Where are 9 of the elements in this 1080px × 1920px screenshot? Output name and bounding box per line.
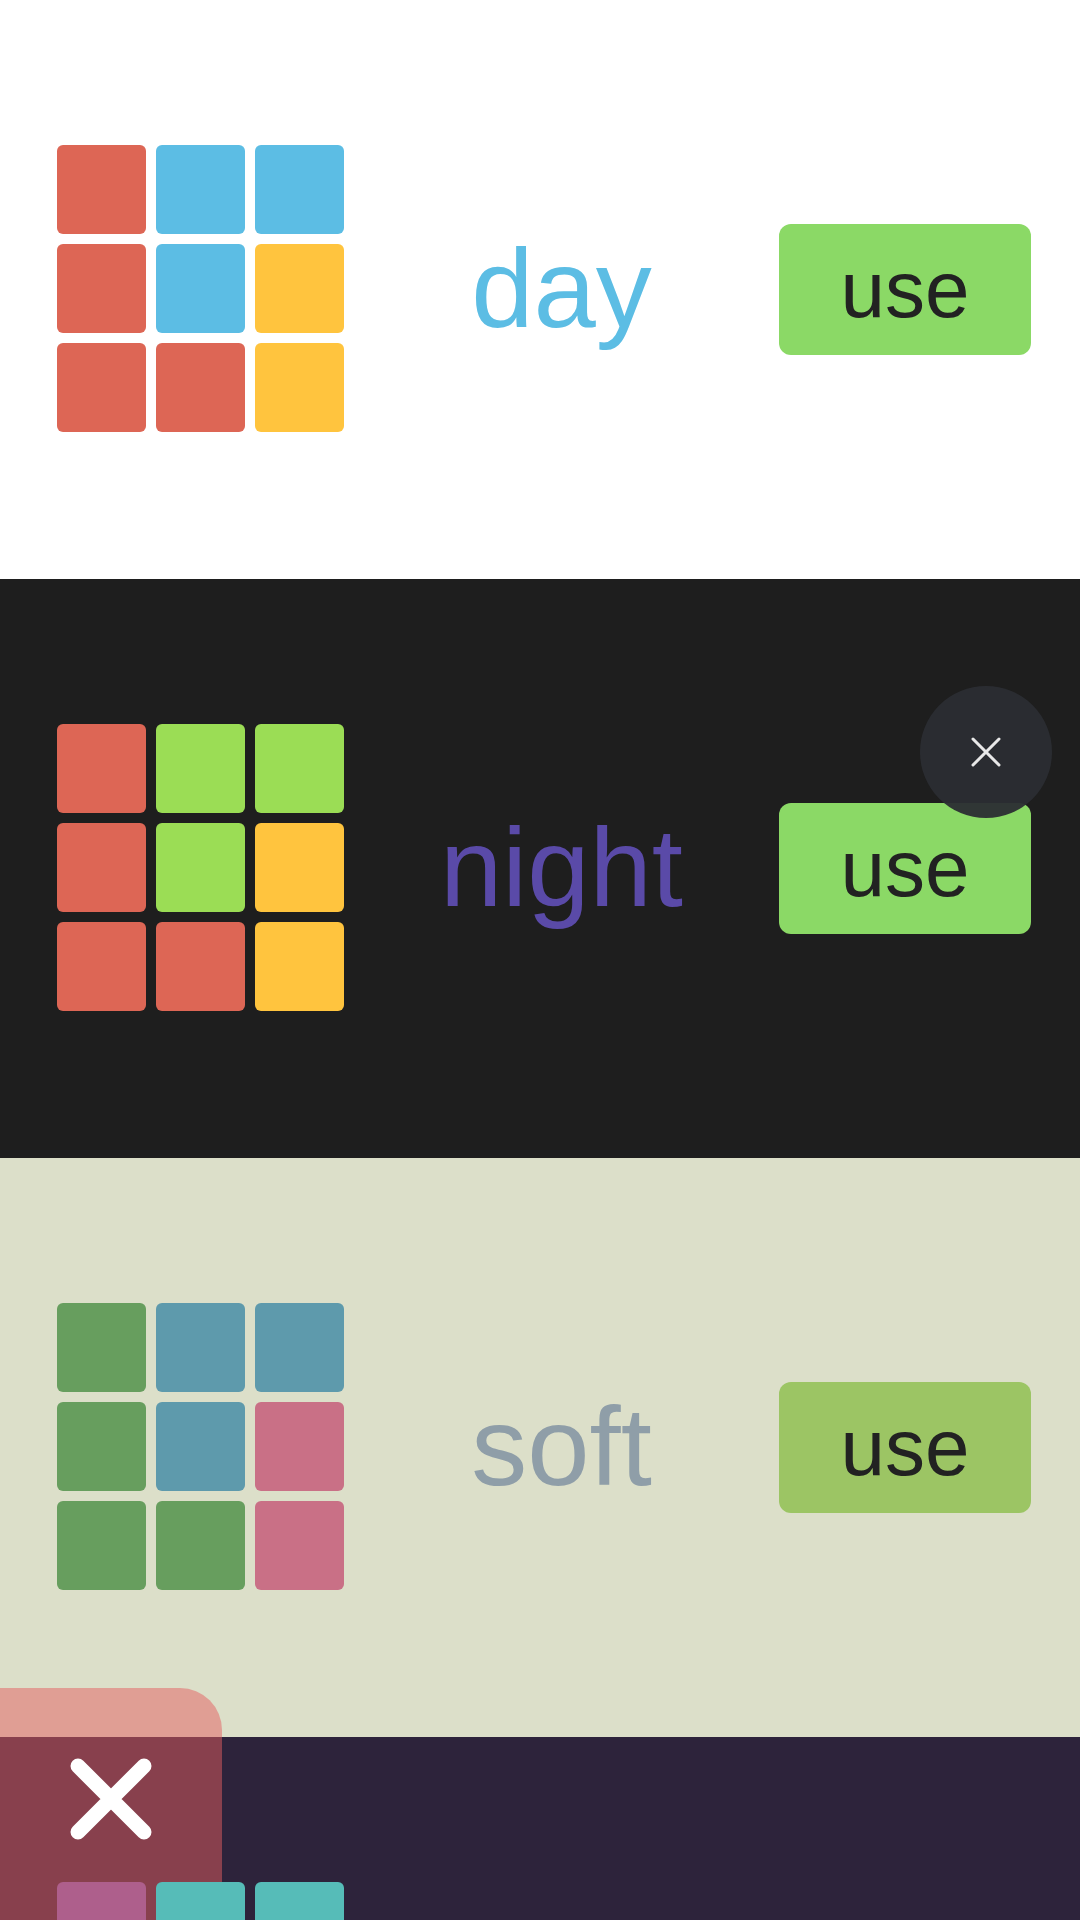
- use-button[interactable]: use: [779, 1382, 1031, 1513]
- theme-title: soft: [471, 1383, 652, 1512]
- use-button[interactable]: use: [779, 803, 1031, 934]
- theme-title: day: [471, 225, 652, 354]
- close-button[interactable]: [0, 1688, 222, 1920]
- theme-title: night: [440, 804, 683, 933]
- use-button[interactable]: use: [779, 224, 1031, 355]
- close-icon: [70, 1758, 152, 1840]
- close-icon: [971, 737, 1001, 767]
